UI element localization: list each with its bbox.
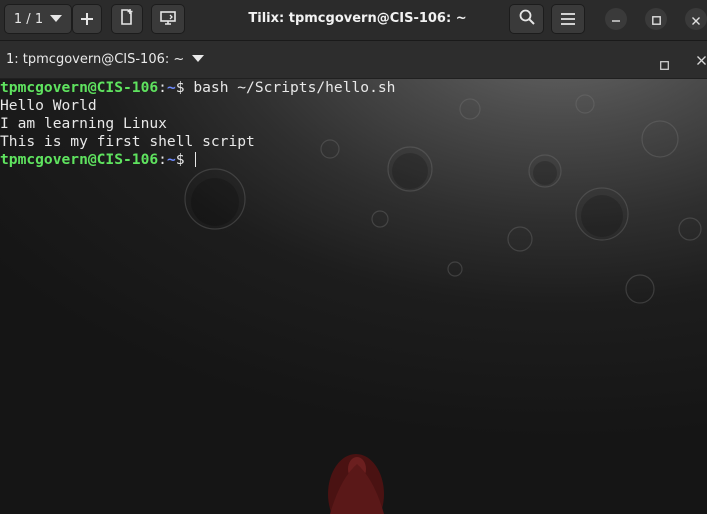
command-text: bash ~/Scripts/hello.sh [193,79,396,96]
chevron-down-icon [192,41,205,78]
terminal-view[interactable]: tpmcgovern@CIS-106:~$ bash ~/Scripts/hel… [0,79,707,514]
prompt-symbol: $ [175,151,185,168]
text-cursor [195,152,197,167]
output-line: I am learning Linux [0,115,167,132]
terminal-close-button[interactable] [695,53,707,65]
chevron-down-icon [50,12,63,27]
close-icon [692,10,700,29]
output-line: Hello World [0,97,97,114]
prompt-symbol: $ [175,79,185,96]
maximize-button[interactable] [645,8,667,30]
close-icon [696,50,706,69]
prompt-path: ~ [166,151,176,168]
terminal-title-bar: 1: tpmcgovern@CIS-106: ~ [0,41,707,79]
terminal-line: tpmcgovern@CIS-106:~$ [0,151,395,169]
search-icon [519,9,535,29]
prompt-path: ~ [166,79,176,96]
prompt-separator: : [158,79,167,96]
add-session-button[interactable] [72,4,102,34]
terminal-maximize-button[interactable] [660,55,669,70]
monitor-icon [160,10,176,29]
new-file-icon [120,9,134,29]
minimize-icon [612,10,620,29]
plus-icon [81,10,93,29]
header-bar: 1 / 1 Tilix: tpmcgovern@CIS-106: ~ [0,0,707,41]
sync-input-button[interactable] [151,4,185,34]
prompt-separator: : [158,151,167,168]
terminal-title: 1: tpmcgovern@CIS-106: ~ [6,52,185,67]
maximize-icon [660,55,669,74]
prompt-user-host: tpmcgovern@CIS-106 [0,151,159,168]
session-switcher-button[interactable]: 1 / 1 [4,4,72,34]
session-counter: 1 / 1 [13,11,44,27]
prompt-user-host: tpmcgovern@CIS-106 [0,79,159,96]
minimize-button[interactable] [605,8,627,30]
window-title: Tilix: tpmcgovern@CIS-106: ~ [248,11,467,26]
terminal-line: tpmcgovern@CIS-106:~$ bash ~/Scripts/hel… [0,79,395,97]
terminal-output: tpmcgovern@CIS-106:~$ bash ~/Scripts/hel… [0,79,395,169]
tilix-window: 1 / 1 Tilix: tpmcgovern@CIS-106: ~ 1: tp… [0,0,707,514]
maximize-icon [651,10,661,29]
search-button[interactable] [509,4,544,34]
hooded-figure [328,454,384,514]
terminal-title-dropdown[interactable]: 1: tpmcgovern@CIS-106: ~ [6,41,205,78]
hamburger-menu-icon [561,10,575,29]
output-line: This is my first shell script [0,133,255,150]
open-file-button[interactable] [111,4,143,34]
hamburger-menu-button[interactable] [551,4,585,34]
close-button[interactable] [685,8,707,30]
